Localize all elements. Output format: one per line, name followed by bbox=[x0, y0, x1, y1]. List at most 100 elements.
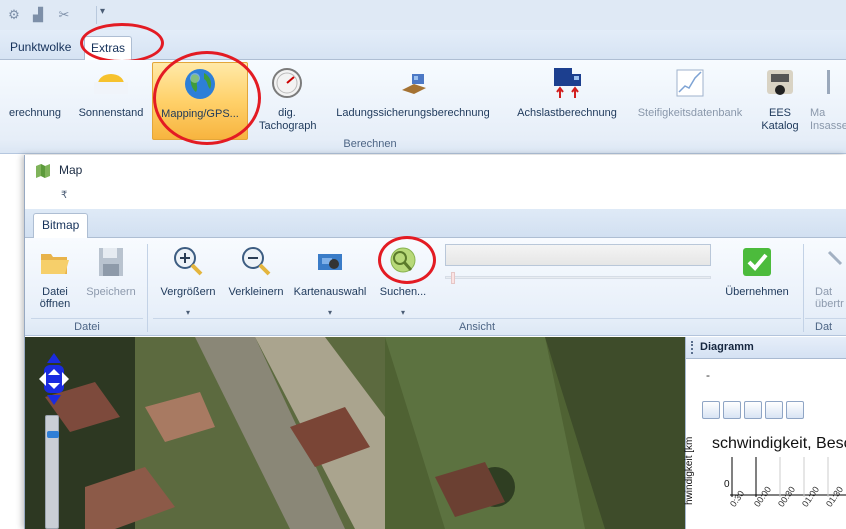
open-file-line2: öffnen bbox=[39, 298, 71, 310]
ees-katalog-button[interactable]: EES Katalog bbox=[754, 62, 806, 138]
ees-katalog-text: EES Katalog bbox=[761, 107, 799, 132]
steifigkeit-button[interactable]: Steifigkeitsdatenbank bbox=[628, 62, 752, 138]
sonnenstand-label: Sonnenstand bbox=[78, 107, 144, 119]
chart-y-axis-label: hwindigkeit [km bbox=[684, 436, 695, 505]
tachograph-icon bbox=[272, 68, 302, 98]
export-icon[interactable] bbox=[786, 401, 804, 419]
tab-punktwolke[interactable]: Punktwolke bbox=[4, 36, 77, 58]
sonnenstand-button[interactable]: Sonnenstand bbox=[70, 62, 152, 138]
zoom-in-button[interactable]: Vergrößern ▾ bbox=[155, 242, 221, 317]
satellite-map[interactable] bbox=[25, 337, 685, 529]
zoom-in-icon bbox=[174, 247, 203, 276]
zoom-in-label: Vergrößern bbox=[160, 286, 216, 298]
insassen-button[interactable]: Ma Insasse bbox=[808, 62, 846, 138]
berechnung-label: erechnung bbox=[9, 107, 61, 119]
main-ribbon: erechnung Sonnenstand Mapping/GPS... dig… bbox=[0, 60, 846, 154]
steifigkeit-label: Steifigkeitsdatenbank bbox=[637, 107, 743, 119]
group-label-dat: Dat bbox=[805, 318, 846, 334]
map-select-button[interactable]: Kartenauswahl ▾ bbox=[293, 242, 367, 317]
insassen-text: Ma Insasse bbox=[810, 107, 846, 132]
zoom-out-icon bbox=[242, 247, 271, 276]
zoom-out-icon[interactable] bbox=[744, 401, 762, 419]
tool-icon[interactable]: ⚙ bbox=[6, 8, 22, 22]
mapping-gps-label: Mapping/GPS... bbox=[161, 108, 239, 120]
cargo-securing-icon bbox=[402, 74, 426, 94]
transfer-label: Dat übertr bbox=[815, 286, 846, 310]
zoom-out-button[interactable]: Verkleinern bbox=[223, 242, 289, 316]
floppy-disk-icon bbox=[99, 248, 123, 276]
globe-icon bbox=[185, 69, 215, 99]
truck-axle-icon bbox=[554, 68, 581, 98]
group-label-ansicht: Ansicht bbox=[153, 318, 801, 334]
open-file-button[interactable]: Datei öffnen bbox=[35, 242, 75, 316]
achslast-label: Achslastberechnung bbox=[517, 107, 617, 119]
select-tool-icon[interactable] bbox=[702, 401, 720, 419]
search-label: Suchen... bbox=[379, 286, 427, 298]
chevron-down-icon[interactable]: ▾ bbox=[293, 308, 367, 317]
insassen-label: Ma Insasse bbox=[808, 107, 846, 133]
map-ribbon: Datei öffnen Speichern Datei Vergrößern bbox=[25, 238, 846, 336]
tachograph-text: dig. Tachograph bbox=[259, 107, 317, 132]
map-select-label: Kartenauswahl bbox=[293, 286, 367, 298]
open-file-label: Datei öffnen bbox=[35, 286, 75, 310]
separator bbox=[96, 6, 97, 24]
map-window-title: Map bbox=[59, 163, 83, 177]
achslast-button[interactable]: Achslastberechnung bbox=[506, 62, 628, 138]
sun-icon bbox=[94, 74, 128, 94]
checkmark-icon bbox=[743, 248, 771, 276]
map-window: Map ₹ Bitmap Datei öffnen Speichern Date… bbox=[24, 155, 846, 529]
open-file-line1: Datei bbox=[42, 286, 68, 298]
zoom-slider-thumb[interactable] bbox=[451, 272, 455, 284]
map-ribbon-tab-row: Bitmap bbox=[25, 209, 846, 238]
transfer-line1: Dat bbox=[815, 286, 833, 298]
occupant-icon bbox=[827, 70, 830, 94]
group-separator bbox=[803, 244, 804, 332]
wrench-icon[interactable]: ✂ bbox=[56, 8, 72, 22]
zoom-out-label: Verkleinern bbox=[228, 286, 284, 298]
map-zoom-slider-thumb[interactable] bbox=[47, 431, 59, 438]
zoom-slider-track[interactable] bbox=[445, 276, 711, 279]
tab-extras[interactable]: Extras bbox=[84, 36, 133, 60]
customize-dropdown-icon[interactable]: ₹ bbox=[61, 190, 67, 201]
search-input[interactable] bbox=[445, 244, 711, 266]
save-label: Speichern bbox=[86, 286, 136, 298]
tachograph-button[interactable]: dig. Tachograph bbox=[256, 62, 318, 138]
group-label-datei: Datei bbox=[31, 318, 143, 334]
diagram-panel: Diagramm - schwindigkeit, Besch hwindigk… bbox=[684, 337, 846, 529]
zoom-in-icon[interactable] bbox=[723, 401, 741, 419]
quick-access-toolbar: ⚙ ▟ ✂ ▾ bbox=[0, 0, 846, 30]
folder-icon bbox=[41, 254, 69, 274]
stiffness-chart-icon bbox=[676, 69, 704, 97]
chart-icon[interactable]: ▟ bbox=[30, 8, 46, 22]
reset-zoom-icon[interactable] bbox=[765, 401, 783, 419]
chevron-down-icon[interactable]: ▾ bbox=[155, 308, 221, 317]
transfer-line2: übertr bbox=[815, 298, 844, 310]
ribbon-tab-row: Punktwolke Extras bbox=[0, 30, 846, 60]
damaged-car-icon bbox=[767, 70, 793, 95]
save-button[interactable]: Speichern bbox=[81, 242, 141, 316]
transfer-button[interactable]: Dat übertr bbox=[807, 242, 846, 316]
ladungssicherung-label: Ladungssicherungsberechnung bbox=[336, 107, 490, 119]
group-separator bbox=[147, 244, 148, 332]
drag-grip-icon[interactable] bbox=[691, 341, 693, 354]
customize-dropdown-icon[interactable]: ▾ bbox=[100, 6, 105, 17]
aerial-photo bbox=[25, 337, 685, 529]
diagram-header: Diagramm bbox=[686, 337, 846, 359]
search-globe-icon bbox=[390, 247, 416, 273]
map-window-titlebar: Map bbox=[25, 155, 846, 187]
diagram-title: Diagramm bbox=[700, 341, 754, 353]
map-layers-icon bbox=[318, 254, 342, 270]
map-quick-access: ₹ bbox=[25, 187, 846, 209]
mapping-gps-button[interactable]: Mapping/GPS... bbox=[152, 62, 248, 140]
ees-katalog-label: EES Katalog bbox=[754, 107, 806, 133]
tachograph-label: dig. Tachograph bbox=[256, 107, 318, 133]
search-button[interactable]: Suchen... ▾ bbox=[373, 242, 433, 317]
group-label-berechnen: Berechnen bbox=[343, 138, 397, 150]
transfer-icon bbox=[827, 250, 843, 266]
chevron-down-icon[interactable]: ▾ bbox=[373, 308, 433, 317]
pan-control-icon[interactable] bbox=[37, 351, 71, 407]
berechnung-button[interactable]: erechnung bbox=[0, 62, 70, 138]
apply-button[interactable]: Übernehmen bbox=[715, 242, 799, 316]
tab-bitmap[interactable]: Bitmap bbox=[33, 213, 89, 238]
ladungssicherung-button[interactable]: Ladungssicherungsberechnung bbox=[322, 62, 504, 138]
